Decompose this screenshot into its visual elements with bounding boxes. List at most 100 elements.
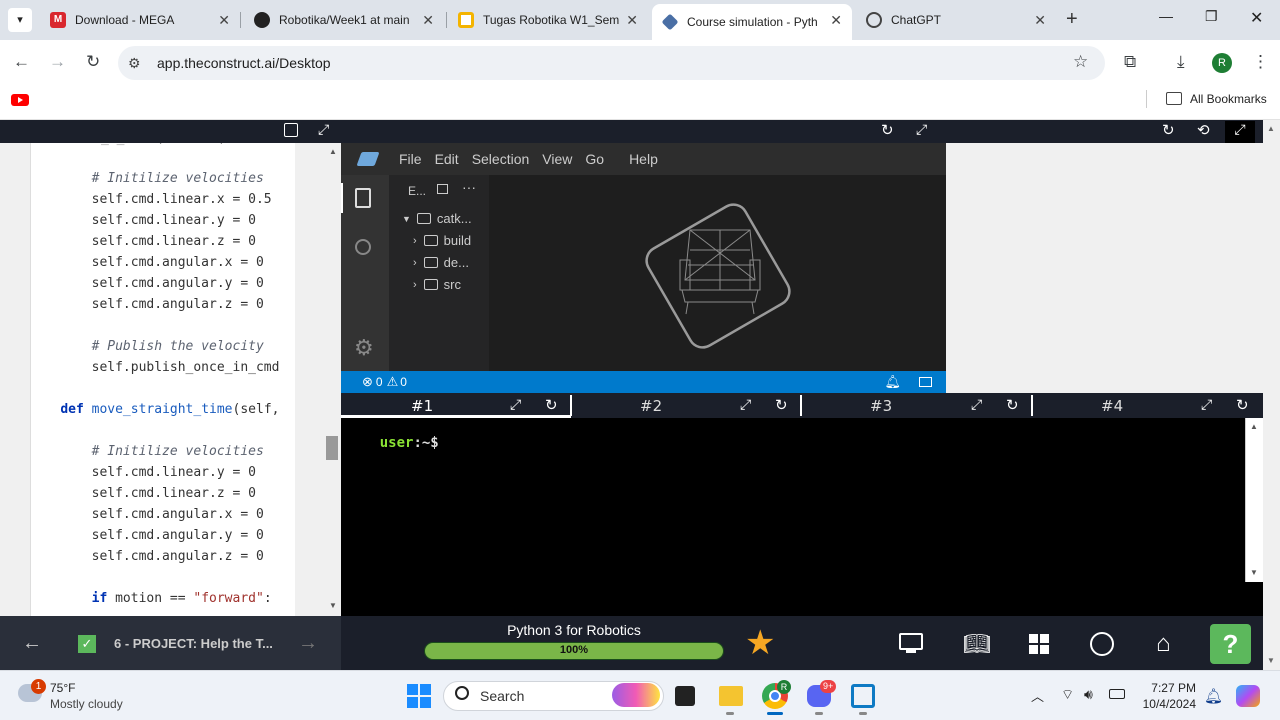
code-line[interactable]: self.cmd.angular.y = 0 xyxy=(31,528,264,543)
reload-terminal-icon[interactable]: ↻ xyxy=(545,396,558,414)
terminal[interactable]: user:~$ xyxy=(341,418,1245,616)
explorer-icon[interactable] xyxy=(355,188,371,208)
browser-tab-slides[interactable]: Tugas Robotika W1_Sem ✕ xyxy=(448,0,648,40)
file-explorer-icon[interactable] xyxy=(719,686,743,706)
expand-terminal-icon[interactable]: ⤢ xyxy=(1201,396,1212,413)
show-hidden-icons-chevron[interactable]: ︿ xyxy=(1031,686,1044,705)
scroll-thumb[interactable] xyxy=(326,436,338,460)
page-scrollbar[interactable]: ▲ ▼ xyxy=(1263,120,1280,670)
back-icon[interactable]: ← xyxy=(13,52,30,72)
code-line[interactable]: self.cmd.linear.y = 0 xyxy=(31,213,256,228)
notebook-book-icon[interactable]: 📖︎ xyxy=(963,631,991,657)
expand-terminal-icon[interactable]: ⤢ xyxy=(740,396,751,413)
code-line[interactable]: self.cmd.linear.z = 0 xyxy=(31,234,256,249)
settings-gear-icon[interactable]: ⚙ xyxy=(354,335,374,361)
menu-go[interactable]: Go xyxy=(585,151,604,167)
collapse-folders-icon[interactable] xyxy=(437,184,448,194)
wifi-icon[interactable]: ⌔ xyxy=(1061,686,1074,704)
code-line[interactable]: if motion == "forward": xyxy=(31,591,272,606)
close-tab-icon[interactable]: ✕ xyxy=(422,12,434,29)
code-editor[interactable]: _ _ ( . . . ) # Initilize velocities sel… xyxy=(30,143,295,616)
warning-count[interactable]: 0 xyxy=(400,375,407,389)
reload-sim-icon[interactable]: ↻ xyxy=(1162,121,1175,139)
search-icon[interactable] xyxy=(355,239,371,255)
code-line[interactable]: self.publish_once_in_cmd xyxy=(31,360,280,375)
menu-kebab-icon[interactable]: ⋮ xyxy=(1252,52,1269,72)
site-info-icon[interactable]: ⚙ xyxy=(128,55,141,72)
vscode-taskbar-icon[interactable] xyxy=(851,684,875,708)
code-line[interactable]: self.cmd.angular.y = 0 xyxy=(31,276,264,291)
weather-temperature[interactable]: 75°F xyxy=(50,681,75,695)
home-icon[interactable]: ⌂ xyxy=(1156,630,1171,658)
code-line[interactable]: self.cmd.angular.x = 0 xyxy=(31,255,264,270)
warning-icon[interactable]: ⚠ xyxy=(387,374,399,390)
window-close-icon[interactable]: ✕ xyxy=(1250,8,1263,28)
tree-folder-src[interactable]: › src xyxy=(413,277,461,292)
weather-description[interactable]: Mostly cloudy xyxy=(50,697,123,711)
code-line[interactable]: def move_straight_time(self, xyxy=(31,402,279,417)
reload-terminal-icon[interactable]: ↻ xyxy=(775,396,788,414)
close-tab-icon[interactable]: ✕ xyxy=(1034,12,1046,29)
tab-search-icon[interactable]: ▾ xyxy=(8,8,32,32)
expand-terminal-icon[interactable]: ⤢ xyxy=(510,396,521,413)
reload-icon[interactable]: ↻ xyxy=(86,52,100,72)
tree-root-folder[interactable]: ▼ catk... xyxy=(402,211,472,226)
current-unit-title[interactable]: 6 - PROJECT: Help the T... xyxy=(114,636,273,651)
reset-sim-icon[interactable]: ⟲ xyxy=(1197,121,1210,139)
all-bookmarks-link[interactable]: All Bookmarks xyxy=(1190,92,1267,106)
more-actions-icon[interactable]: ··· xyxy=(462,179,476,195)
new-tab-icon[interactable]: + xyxy=(1066,8,1078,31)
menu-view[interactable]: View xyxy=(542,151,572,167)
code-line[interactable]: # Initilize velocities xyxy=(31,444,264,459)
taskbar-clock-date[interactable]: 10/4/2024 xyxy=(1140,697,1196,711)
taskbar-clock-time[interactable]: 7:27 PM xyxy=(1140,681,1196,695)
reload-ide-icon[interactable]: ↻ xyxy=(881,121,894,139)
notification-bell-icon[interactable]: 🔔︎ xyxy=(1204,687,1223,705)
windows-start-icon[interactable] xyxy=(407,684,431,708)
volume-icon[interactable]: 🔊︎ xyxy=(1084,686,1093,703)
task-view-icon[interactable] xyxy=(675,686,695,706)
expand-ide-icon[interactable]: ⤢ xyxy=(916,121,927,138)
code-line[interactable]: # Publish the velocity xyxy=(31,339,264,354)
expand-terminal-icon[interactable]: ⤢ xyxy=(971,396,982,413)
layout-panel-icon[interactable] xyxy=(919,377,932,387)
code-line[interactable]: self.cmd.linear.z = 0 xyxy=(31,486,256,501)
code-line[interactable]: self.cmd.linear.x = 0.5 xyxy=(31,192,272,207)
code-line[interactable]: # Initilize velocities xyxy=(31,171,264,186)
bookmark-star-icon[interactable]: ☆ xyxy=(1073,52,1088,72)
tree-folder-build[interactable]: › build xyxy=(413,233,471,248)
browser-tab-chatgpt[interactable]: ChatGPT ✕ xyxy=(856,0,1056,40)
notifications-bell-icon[interactable]: 🔔︎ xyxy=(884,374,901,390)
close-tab-icon[interactable]: ✕ xyxy=(626,12,638,29)
expand-editor-icon[interactable]: ⤢ xyxy=(318,121,329,138)
rate-course-star-icon[interactable]: ★ xyxy=(745,623,775,663)
desktop-icon[interactable] xyxy=(899,633,923,650)
open-external-icon[interactable] xyxy=(284,123,298,137)
ai-assistant-icon[interactable] xyxy=(1090,632,1114,656)
tree-folder-de[interactable]: › de... xyxy=(413,255,469,270)
prev-unit-arrow-icon[interactable]: ← xyxy=(22,632,42,655)
reload-terminal-icon[interactable]: ↻ xyxy=(1006,396,1019,414)
extensions-icon[interactable]: ⧉ xyxy=(1124,52,1136,72)
youtube-bookmark-icon[interactable] xyxy=(11,94,29,106)
profile-avatar[interactable]: R xyxy=(1212,53,1232,73)
code-line[interactable]: self.cmd.angular.x = 0 xyxy=(31,507,264,522)
terminal-scrollbar[interactable]: ▲ ▼ xyxy=(1245,418,1263,582)
menu-selection[interactable]: Selection xyxy=(472,151,530,167)
close-tab-icon[interactable]: ✕ xyxy=(218,12,230,29)
minimize-icon[interactable]: — xyxy=(1159,8,1173,24)
code-line[interactable]: self.cmd.angular.z = 0 xyxy=(31,297,264,312)
url-text[interactable]: app.theconstruct.ai/Desktop xyxy=(157,55,331,71)
copilot-icon[interactable] xyxy=(1236,685,1260,707)
forward-icon[interactable]: → xyxy=(49,52,66,72)
menu-edit[interactable]: Edit xyxy=(435,151,459,167)
battery-icon[interactable] xyxy=(1109,689,1125,699)
next-unit-arrow-icon[interactable]: → xyxy=(298,632,318,655)
code-line[interactable]: self.cmd.angular.z = 0 xyxy=(31,549,264,564)
layout-grid-icon[interactable] xyxy=(1029,634,1049,654)
error-icon[interactable]: ⊗ xyxy=(362,374,373,390)
fullscreen-icon[interactable]: ⤢ xyxy=(1225,121,1255,143)
browser-tab-course-active[interactable]: Course simulation - Pyth ✕ xyxy=(652,4,852,40)
downloads-icon[interactable]: ⤓ xyxy=(1177,52,1185,72)
restore-icon[interactable]: ❐ xyxy=(1205,8,1218,25)
